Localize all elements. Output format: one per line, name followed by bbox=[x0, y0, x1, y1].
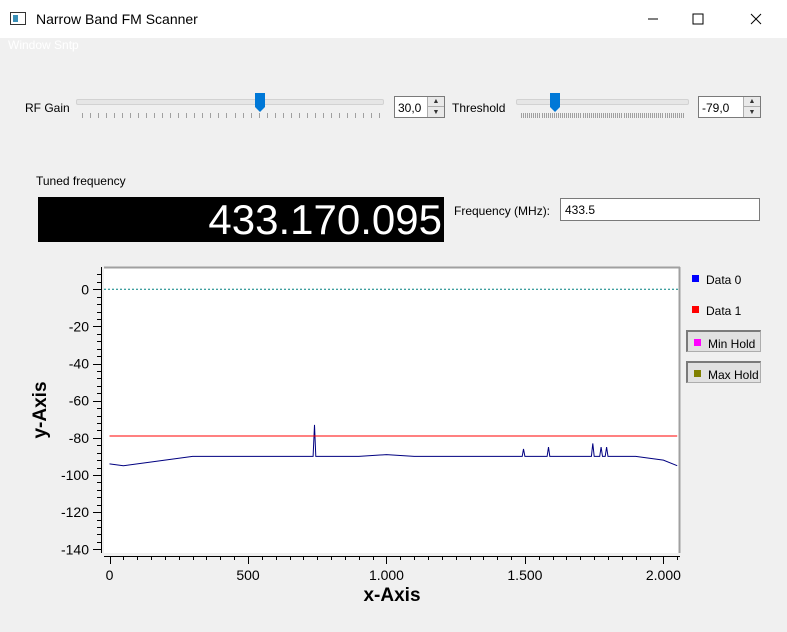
threshold-value: -79,0 bbox=[702, 101, 730, 115]
close-button[interactable] bbox=[733, 0, 779, 38]
minimize-button[interactable] bbox=[630, 0, 676, 38]
minimize-icon bbox=[648, 18, 658, 20]
frequency-input[interactable]: 433.5 bbox=[560, 198, 760, 221]
x-axis-label: x-Axis bbox=[363, 585, 420, 606]
legend-item-data-0: Data 0 bbox=[686, 268, 761, 290]
rf-gain-ticks bbox=[82, 113, 380, 118]
legend-swatch bbox=[694, 370, 701, 377]
rf-gain-value: 30,0 bbox=[398, 101, 422, 115]
threshold-label: Threshold bbox=[452, 101, 506, 115]
legend-item-data-1: Data 1 bbox=[686, 299, 761, 321]
threshold-groove bbox=[516, 99, 689, 105]
legend-item-min-hold[interactable]: Min Hold bbox=[686, 330, 761, 352]
ghost-title: Window Sntp bbox=[8, 38, 79, 52]
rf-gain-handle[interactable] bbox=[255, 93, 265, 112]
legend-label: Min Hold bbox=[708, 337, 756, 351]
app-icon bbox=[10, 12, 26, 25]
maximize-button[interactable] bbox=[675, 0, 721, 38]
legend-label: Data 1 bbox=[706, 304, 742, 318]
plot-canvas bbox=[104, 267, 680, 553]
legend-swatch bbox=[692, 306, 699, 313]
threshold-up-icon[interactable]: ▲ bbox=[744, 97, 760, 107]
legend-label: Data 0 bbox=[706, 273, 742, 287]
title-bar: Narrow Band FM Scanner bbox=[0, 0, 787, 38]
y-tick-label: -40 bbox=[69, 356, 89, 372]
x-tick-label: 500 bbox=[236, 567, 260, 583]
close-icon bbox=[750, 13, 762, 25]
frequency-label: Frequency (MHz): bbox=[454, 204, 551, 218]
tuned-frequency-display: 433.170.095 bbox=[38, 197, 444, 242]
tuned-frequency-label: Tuned frequency bbox=[36, 174, 126, 188]
threshold-slider[interactable] bbox=[516, 93, 689, 113]
threshold-handle[interactable] bbox=[550, 93, 560, 112]
legend-swatch bbox=[694, 339, 701, 346]
y-tick-label: -60 bbox=[69, 393, 89, 409]
legend-swatch bbox=[692, 275, 699, 282]
y-tick-label: 0 bbox=[81, 281, 89, 297]
threshold-down-icon[interactable]: ▼ bbox=[744, 107, 760, 117]
rf-gain-slider[interactable] bbox=[76, 93, 384, 113]
maximize-icon bbox=[692, 13, 704, 25]
y-tick-label: -100 bbox=[61, 467, 89, 483]
rf-gain-label: RF Gain bbox=[25, 101, 70, 115]
x-tick-label: 2.000 bbox=[646, 567, 681, 583]
rf-gain-groove bbox=[76, 99, 384, 105]
x-tick-label: 0 bbox=[106, 567, 114, 583]
y-tick-label: -20 bbox=[69, 318, 89, 334]
legend-item-max-hold[interactable]: Max Hold bbox=[686, 361, 761, 383]
threshold-ticks bbox=[521, 113, 684, 118]
y-axis-label: y-Axis bbox=[30, 381, 51, 438]
threshold-spinbox[interactable]: -79,0 ▲ ▼ bbox=[698, 96, 761, 118]
rf-gain-spinbox[interactable]: 30,0 ▲ ▼ bbox=[394, 96, 445, 118]
spectrum-plot: 0 -20 -40 -60 -80 -100 -120 -140 y-Axis 0 500 1.000… bbox=[30, 266, 681, 606]
window-title: Narrow Band FM Scanner bbox=[36, 11, 198, 27]
y-tick-label: -140 bbox=[61, 541, 89, 557]
x-tick-label: 1.500 bbox=[507, 567, 542, 583]
y-tick-label: -120 bbox=[61, 504, 89, 520]
rf-gain-up-icon[interactable]: ▲ bbox=[428, 97, 444, 107]
x-tick-label: 1.000 bbox=[369, 567, 404, 583]
y-tick-label: -80 bbox=[69, 430, 89, 446]
legend-label: Max Hold bbox=[708, 368, 759, 382]
rf-gain-down-icon[interactable]: ▼ bbox=[428, 107, 444, 117]
